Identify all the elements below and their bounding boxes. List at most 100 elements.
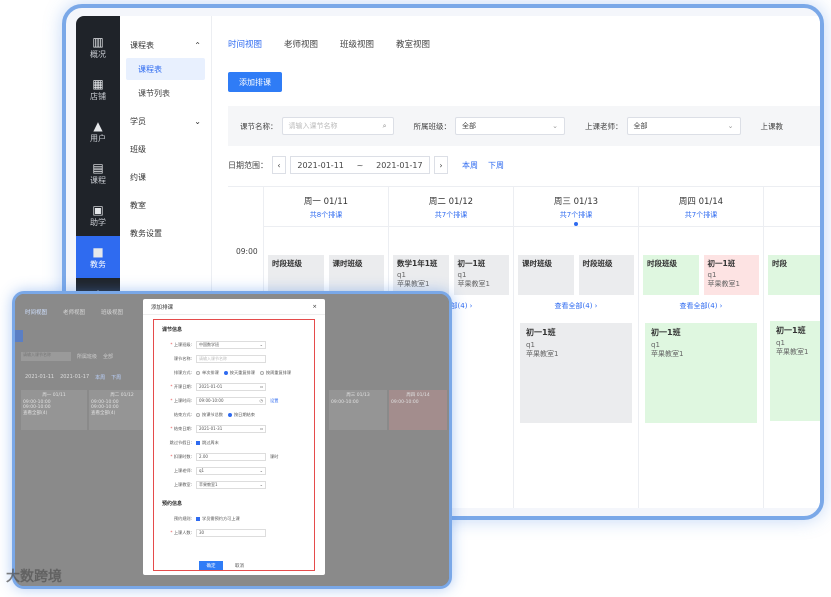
- field-label: * 扣课时数:: [170, 453, 192, 459]
- row-class: * 上课班级: 中国数学班 ⌄: [158, 340, 308, 349]
- tab-class-view[interactable]: 班级视图: [340, 38, 374, 50]
- overlay-day-header: 周四 01/14: [406, 393, 430, 398]
- lesson-teacher: q1: [707, 271, 717, 279]
- lesson-card[interactable]: 时段班级: [578, 255, 634, 295]
- day-count-link[interactable]: 共7个排课: [389, 210, 513, 220]
- overlay-date-end: 2021-01-17: [60, 374, 90, 380]
- skip-weekend-checkbox[interactable]: 跳过周末: [196, 440, 219, 446]
- nav-label: 课程: [90, 175, 106, 185]
- subnav-item-rooms[interactable]: 教室: [120, 194, 211, 216]
- day-count-link[interactable]: 共7个排课: [514, 210, 638, 220]
- teacher-filter-select[interactable]: 全部 ⌄: [626, 117, 741, 135]
- subnav-item-classes[interactable]: 班级: [120, 138, 211, 160]
- overlay-day-column: 周一 01/11 09:00-10:00 09:00-10:00 查看全部(4): [21, 390, 87, 430]
- nav-item-store[interactable]: ▦ 店铺: [76, 68, 120, 110]
- lesson-name-placeholder: 请输入课节名称: [288, 122, 338, 130]
- cost-field[interactable]: 2.00: [196, 452, 266, 461]
- room-filter-label: 上课教: [760, 121, 784, 131]
- date-separator: ~: [356, 160, 364, 170]
- chevron-right-icon[interactable]: ›: [434, 156, 448, 174]
- nav-item-course[interactable]: ▤ 课程: [76, 152, 120, 194]
- lesson-card[interactable]: 课时班级: [518, 255, 574, 295]
- day-count-link[interactable]: 共8个排课: [264, 210, 388, 220]
- overlay-more[interactable]: 查看全部(4): [23, 410, 85, 416]
- booking-required-checkbox[interactable]: 学员需预约方可上课: [196, 516, 240, 522]
- teacher-select[interactable]: q1 ⌄: [196, 466, 266, 475]
- watermark-logo: 大数跨境: [6, 569, 62, 585]
- lesson-card[interactable]: 课时班级: [328, 255, 384, 295]
- end-option-count[interactable]: 按课节总数: [196, 412, 223, 418]
- chevron-down-icon: ⌄: [727, 122, 734, 130]
- this-week-link[interactable]: 本周: [462, 160, 478, 171]
- class-filter-select[interactable]: 全部 ⌄: [455, 117, 565, 135]
- start-date-field[interactable]: 2021-01-01 ▫: [196, 382, 266, 391]
- nav-item-users[interactable]: ▲ 用户: [76, 110, 120, 152]
- lesson-card[interactable]: 时段班级: [268, 255, 324, 295]
- subnav-item-lessons[interactable]: 课节列表: [126, 82, 205, 104]
- mode-option-weekly[interactable]: 按周重复排课: [259, 370, 291, 376]
- lesson-name: 课时班级: [522, 259, 552, 268]
- course-icon: ▤: [92, 160, 104, 175]
- lesson-name: 初一1班: [526, 328, 556, 337]
- overlay-tab[interactable]: 老师视图: [63, 308, 85, 316]
- overlay-date-start: 2021-01-11: [25, 374, 55, 380]
- field-label: 跳过节假日:: [169, 439, 192, 445]
- lesson-card[interactable]: 初一1班 q1 苹果教室1: [703, 255, 759, 295]
- overlay-filter-input[interactable]: 请输入课节名称: [21, 351, 71, 361]
- limit-field[interactable]: 30: [196, 528, 266, 537]
- class-select[interactable]: 中国数学班 ⌄: [196, 340, 266, 349]
- next-week-link[interactable]: 下周: [488, 160, 504, 171]
- subnav-group-students[interactable]: 学员 ⌄: [120, 110, 211, 132]
- lesson-card[interactable]: 时段班级: [643, 255, 699, 295]
- subnav-group-schedule[interactable]: 课程表 ⌃: [120, 34, 211, 56]
- day-count-link[interactable]: 共7个排课: [639, 210, 763, 220]
- chevron-left-icon[interactable]: ‹: [272, 156, 286, 174]
- nav-item-chart[interactable]: ▥ 概况: [76, 26, 120, 68]
- field-label: 上课教室:: [173, 481, 192, 487]
- row-start-date: * 开课日期: 2021-01-01 ▫: [158, 382, 308, 391]
- add-schedule-button[interactable]: 添加排课: [228, 72, 282, 92]
- date-range-picker[interactable]: 2021-01-11 ~ 2021-01-17: [290, 156, 430, 174]
- time-field[interactable]: 09:00-10:00 ◷: [196, 396, 266, 405]
- close-icon[interactable]: ×: [312, 304, 317, 310]
- lesson-card[interactable]: 数学1年1班 q1 苹果教室1: [393, 255, 449, 295]
- overlay-tab[interactable]: 时间视图: [25, 308, 47, 316]
- overlay-this-week[interactable]: 本周: [95, 374, 105, 381]
- nav-label: 教务: [90, 259, 106, 269]
- nav-item-assistant[interactable]: ▣ 助学: [76, 194, 120, 236]
- subnav-item-booking[interactable]: 约课: [120, 166, 211, 188]
- end-date-field[interactable]: 2021-01-31 ▫: [196, 424, 266, 433]
- lesson-card[interactable]: 时段: [768, 255, 820, 295]
- lesson-card[interactable]: 初一1班 q1 苹果教室1: [453, 255, 509, 295]
- overlay-filter-label: 所属班级: [77, 353, 98, 360]
- modal-title: 添加排课: [151, 304, 174, 311]
- view-all-link[interactable]: 查看全部(4) ›: [639, 301, 763, 311]
- lesson-card-large[interactable]: 初一1班 q1 苹果教室1: [770, 321, 820, 421]
- overlay-next-week[interactable]: 下周: [111, 374, 121, 381]
- view-all-link[interactable]: 查看全部(4) ›: [514, 301, 638, 311]
- end-option-date[interactable]: 按日期结束: [227, 412, 255, 418]
- lesson-name: 时段班级: [272, 259, 302, 268]
- tab-teacher-view[interactable]: 老师视图: [284, 38, 318, 50]
- subnav-item-schedule[interactable]: 课程表: [126, 58, 205, 80]
- day-column: 周三 01/13 共7个排课 课时班级 时段班级 查看全部(4) › 初一1班 q1 苹果教室…: [514, 187, 639, 508]
- lesson-room: 苹果教室1: [776, 348, 809, 356]
- room-select[interactable]: 苹果教室1 ⌄: [196, 480, 266, 489]
- confirm-button[interactable]: 确定: [199, 561, 223, 570]
- lesson-name-input[interactable]: 请输入课节名称 ⌕: [281, 117, 394, 135]
- nav-label: 概况: [90, 49, 106, 59]
- time-settings-link[interactable]: 设置: [270, 398, 278, 404]
- overlay-add-button[interactable]: [15, 330, 23, 342]
- mode-option-single[interactable]: 单次排课: [196, 370, 219, 376]
- overlay-tab[interactable]: 班级视图: [101, 308, 123, 316]
- cancel-button[interactable]: 取消: [235, 563, 244, 569]
- mode-option-daily[interactable]: 按天重复排课: [223, 370, 255, 376]
- subnav-label: 约课: [130, 172, 146, 182]
- lesson-name-field[interactable]: 请输入课节名称: [196, 354, 266, 363]
- tab-time-view[interactable]: 时间视图: [228, 38, 262, 50]
- nav-item-education[interactable]: ■ 教务: [76, 236, 120, 278]
- lesson-card-large[interactable]: 初一1班 q1 苹果教室1: [520, 323, 632, 423]
- lesson-card-large[interactable]: 初一1班 q1 苹果教室1: [645, 323, 757, 423]
- tab-room-view[interactable]: 教室视图: [396, 38, 430, 50]
- subnav-item-settings[interactable]: 教务设置: [120, 222, 211, 244]
